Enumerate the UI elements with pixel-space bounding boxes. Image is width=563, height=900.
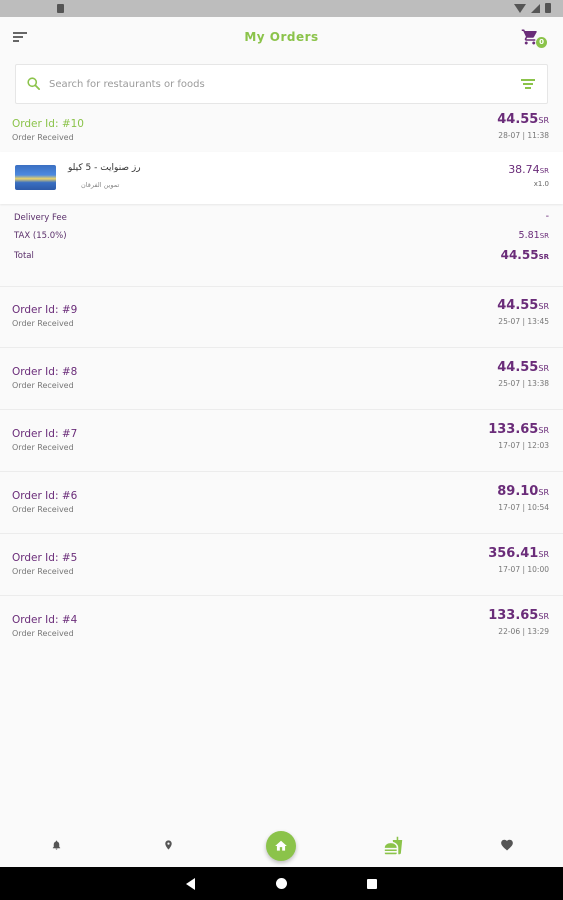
order-date: 22-06 | 13:29 (498, 627, 549, 636)
divider (0, 347, 563, 348)
order-date: 25-07 | 13:38 (498, 379, 549, 388)
divider (0, 286, 563, 287)
battery-icon (545, 3, 551, 13)
tax-label: TAX (15.0%) (14, 231, 67, 241)
order-status: Order Received (12, 629, 74, 638)
order-id: Order Id: #7 (12, 428, 78, 440)
cart-count-badge: 0 (536, 37, 547, 48)
order-date: 17-07 | 10:54 (498, 503, 549, 512)
order-date: 28-07 | 11:38 (498, 131, 549, 140)
divider (0, 595, 563, 596)
order-item[interactable]: رز صنوايت - 5 كيلو تموين الفرقان 38.74SR… (0, 152, 563, 204)
order-id: Order Id: #6 (12, 490, 78, 502)
item-name: رز صنوايت - 5 كيلو (68, 163, 141, 173)
fastfood-icon[interactable] (384, 836, 403, 855)
order-status: Order Received (12, 133, 74, 142)
divider (0, 533, 563, 534)
order-status: Order Received (12, 567, 74, 576)
order-id: Order Id: #5 (12, 552, 78, 564)
delivery-fee-value: - (545, 211, 549, 222)
order-date: 25-07 | 13:45 (498, 317, 549, 326)
order-date: 17-07 | 10:00 (498, 565, 549, 574)
order-status: Order Received (12, 319, 74, 328)
status-bar (0, 0, 563, 17)
filter-icon[interactable] (521, 79, 535, 90)
order-price: 133.65SR (488, 608, 549, 623)
app-bar: My Orders 0 (0, 17, 563, 59)
order-status: Order Received (12, 505, 74, 514)
order-id: Order Id: #8 (12, 366, 78, 378)
home-button[interactable] (266, 831, 296, 861)
divider (0, 471, 563, 472)
system-home-icon[interactable] (276, 878, 287, 889)
page-title: My Orders (244, 30, 319, 44)
total-value: 44.55SR (500, 248, 549, 262)
bottom-nav (0, 826, 563, 867)
heart-icon[interactable] (500, 838, 514, 852)
system-nav-bar (0, 867, 563, 900)
order-id: Order Id: #9 (12, 304, 78, 316)
wifi-icon (514, 3, 526, 13)
item-vendor: تموين الفرقان (81, 181, 120, 189)
home-icon (275, 840, 287, 851)
search-bar (15, 64, 548, 104)
item-quantity: x1.0 (533, 180, 549, 188)
bell-icon[interactable] (51, 838, 62, 852)
signal-icon (531, 3, 540, 13)
back-icon[interactable] (186, 878, 195, 890)
item-price: 38.74SR (508, 163, 549, 176)
order-price: 44.55SR (497, 360, 549, 375)
tax-value: 5.81SR (518, 230, 549, 241)
sd-card-icon (57, 4, 64, 13)
order-id: Order Id: #10 (12, 118, 84, 130)
order-date: 17-07 | 12:03 (498, 441, 549, 450)
product-image (15, 165, 56, 190)
search-input[interactable] (49, 65, 489, 103)
recent-apps-icon[interactable] (367, 879, 377, 889)
order-price: 133.65SR (488, 422, 549, 437)
search-icon (27, 77, 40, 90)
order-price: 89.10SR (497, 484, 549, 499)
location-pin-icon[interactable] (163, 838, 174, 852)
order-status: Order Received (12, 381, 74, 390)
order-price: 44.55SR (497, 298, 549, 313)
divider (0, 409, 563, 410)
total-label: Total (14, 251, 34, 261)
order-price: 356.41SR (488, 546, 549, 561)
order-status: Order Received (12, 443, 74, 452)
order-id: Order Id: #4 (12, 614, 78, 626)
delivery-fee-label: Delivery Fee (14, 213, 67, 223)
cart-button[interactable]: 0 (521, 28, 547, 48)
order-price: 44.55SR (497, 112, 549, 127)
